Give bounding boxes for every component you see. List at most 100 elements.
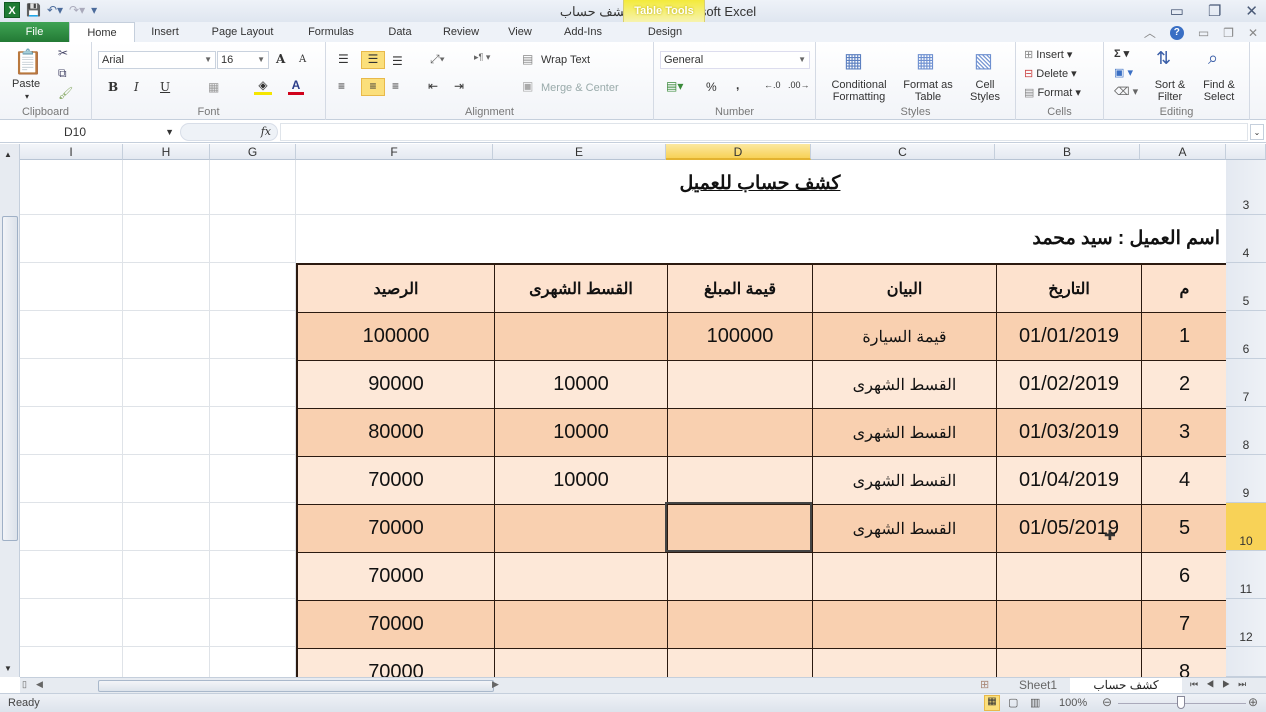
page-layout-view-icon[interactable]: ▢ xyxy=(1008,696,1018,709)
cell-amount[interactable] xyxy=(668,649,813,677)
cell-date[interactable] xyxy=(997,553,1142,601)
vertical-scroll-thumb[interactable] xyxy=(2,216,18,541)
page-break-view-icon[interactable]: ▥ xyxy=(1030,696,1040,709)
formula-input[interactable] xyxy=(280,123,1248,141)
cell-monthly-installment[interactable] xyxy=(495,505,668,553)
scroll-down-icon[interactable]: ▼ xyxy=(4,664,12,673)
insert-button[interactable]: ⊞ Insert ▾ xyxy=(1024,48,1072,61)
doc-restore-icon[interactable]: ❐ xyxy=(1223,26,1234,40)
row-header-7[interactable]: 7 xyxy=(1226,359,1266,407)
minimize-ribbon-icon[interactable]: ︿ xyxy=(1144,24,1156,41)
cell-serial[interactable]: 1 xyxy=(1142,313,1226,361)
minimize-icon[interactable]: ▭ xyxy=(1170,2,1184,20)
decrease-indent-icon[interactable]: ⇤ xyxy=(428,79,438,93)
cell-serial[interactable]: 8 xyxy=(1142,649,1226,677)
borders-icon[interactable]: ▦ xyxy=(208,80,219,94)
tab-home[interactable]: Home xyxy=(69,22,135,42)
increase-indent-icon[interactable]: ⇥ xyxy=(454,79,464,93)
normal-view-icon[interactable]: ▦ xyxy=(984,695,1000,711)
align-center-icon[interactable]: ≡ xyxy=(361,78,385,96)
fill-button[interactable]: ▣ ▾ xyxy=(1114,66,1133,79)
header-cell-balance[interactable]: الرصيد xyxy=(298,265,495,313)
customer-name-line[interactable]: اسم العميل : سيد محمد xyxy=(1032,227,1220,250)
row-header-9[interactable]: 9 xyxy=(1226,455,1266,503)
cell-description[interactable] xyxy=(813,553,997,601)
row-header-10[interactable]: 10 xyxy=(1226,503,1266,551)
column-header-B[interactable]: B xyxy=(995,144,1140,160)
cell-monthly-installment[interactable] xyxy=(495,649,668,677)
expand-formula-bar-icon[interactable]: ⌄ xyxy=(1250,124,1264,140)
percent-button[interactable]: % xyxy=(706,80,717,94)
autosum-button[interactable]: Σ ▾ xyxy=(1114,47,1129,60)
cell-date[interactable] xyxy=(997,601,1142,649)
select-all-corner[interactable] xyxy=(1226,144,1266,160)
wrap-text-button[interactable]: Wrap Text xyxy=(541,54,590,66)
cell-monthly-installment[interactable]: 10000 xyxy=(495,361,668,409)
font-name-select[interactable]: Arial ▼ xyxy=(98,51,216,69)
sheet-tab-sheet1[interactable]: Sheet1 xyxy=(1008,678,1068,694)
cell-balance[interactable]: 70000 xyxy=(298,505,495,553)
tab-add-ins[interactable]: Add-Ins xyxy=(552,22,614,42)
cell-amount[interactable]: 100000 xyxy=(668,313,813,361)
cell-amount[interactable] xyxy=(668,601,813,649)
paste-dropdown-icon[interactable]: ▾ xyxy=(25,92,29,101)
cell-monthly-installment[interactable] xyxy=(495,313,668,361)
conditional-formatting-button[interactable]: Conditional Formatting xyxy=(826,79,892,103)
cell-amount[interactable] xyxy=(668,457,813,505)
cell-serial[interactable]: 5 xyxy=(1142,505,1226,553)
align-middle-icon[interactable]: ☰ xyxy=(361,51,385,69)
binoculars-icon[interactable]: ⌕ xyxy=(1208,48,1218,69)
zoom-slider-thumb[interactable] xyxy=(1177,696,1185,709)
sort-filter-button[interactable]: Sort & Filter xyxy=(1148,79,1192,103)
cell-serial[interactable]: 6 xyxy=(1142,553,1226,601)
horizontal-scroll-thumb[interactable] xyxy=(98,680,494,692)
zoom-out-icon[interactable]: ⊖ xyxy=(1102,695,1112,709)
cell-description[interactable]: القسط الشهرى xyxy=(813,457,997,505)
active-cell-D10[interactable] xyxy=(665,502,812,552)
orientation-icon[interactable]: ⤢▾ xyxy=(430,52,445,67)
cell-balance[interactable]: 100000 xyxy=(298,313,495,361)
tab-formulas[interactable]: Formulas xyxy=(298,22,364,42)
insert-sheet-icon[interactable]: ⊞ xyxy=(980,678,989,691)
header-cell-serial[interactable]: م xyxy=(1142,265,1226,313)
tab-insert[interactable]: Insert xyxy=(140,22,190,42)
copy-icon[interactable]: ⧉ xyxy=(58,66,67,81)
split-handle[interactable]: ▯ xyxy=(22,679,27,690)
cell-amount[interactable] xyxy=(668,553,813,601)
sheet-tab-active[interactable]: كشف حساب xyxy=(1070,678,1182,694)
row-header-8[interactable]: 8 xyxy=(1226,407,1266,455)
number-format-select[interactable]: General ▼ xyxy=(660,51,810,69)
chevron-down-icon[interactable]: ▼ xyxy=(165,123,174,141)
statement-title[interactable]: كشف حساب للعميل xyxy=(640,172,880,195)
zoom-in-icon[interactable]: ⊕ xyxy=(1248,695,1258,709)
cell-date[interactable]: 01/03/2019 xyxy=(997,409,1142,457)
clear-button[interactable]: ⌫ ▾ xyxy=(1114,85,1138,98)
cell-amount[interactable] xyxy=(668,361,813,409)
cell-description[interactable] xyxy=(813,649,997,677)
row-header-13[interactable] xyxy=(1226,647,1266,677)
tab-review[interactable]: Review xyxy=(433,22,489,42)
header-cell-amount[interactable]: قيمة المبلغ xyxy=(668,265,813,313)
cell-balance[interactable]: 70000 xyxy=(298,649,495,677)
restore-icon[interactable]: ❐ xyxy=(1208,2,1221,20)
cell-balance[interactable]: 90000 xyxy=(298,361,495,409)
rtl-direction-icon[interactable]: ▸¶ ▾ xyxy=(474,52,490,63)
cell-balance[interactable]: 70000 xyxy=(298,457,495,505)
cell-date[interactable]: 01/04/2019 xyxy=(997,457,1142,505)
tab-file[interactable]: File xyxy=(0,22,69,42)
row-header-3[interactable]: 3 xyxy=(1226,160,1266,215)
column-header-A[interactable]: A xyxy=(1140,144,1226,160)
format-button[interactable]: ▤ Format ▾ xyxy=(1024,86,1081,99)
tab-view[interactable]: View xyxy=(500,22,540,42)
scroll-right-icon[interactable]: ▶ xyxy=(492,679,499,690)
row-header-11[interactable]: 11 xyxy=(1226,551,1266,599)
align-right-icon[interactable]: ≡ xyxy=(392,79,399,93)
paste-icon[interactable]: 📋 xyxy=(12,48,44,76)
font-color-icon[interactable]: A xyxy=(288,78,304,95)
cell-monthly-installment[interactable]: 10000 xyxy=(495,457,668,505)
merge-center-icon[interactable]: ▣ xyxy=(522,79,533,93)
cell-description[interactable]: القسط الشهرى xyxy=(813,361,997,409)
align-left-icon[interactable]: ≡ xyxy=(338,79,345,93)
row-header-6[interactable]: 6 xyxy=(1226,311,1266,359)
header-cell-monthly-installment[interactable]: القسط الشهرى xyxy=(495,265,668,313)
